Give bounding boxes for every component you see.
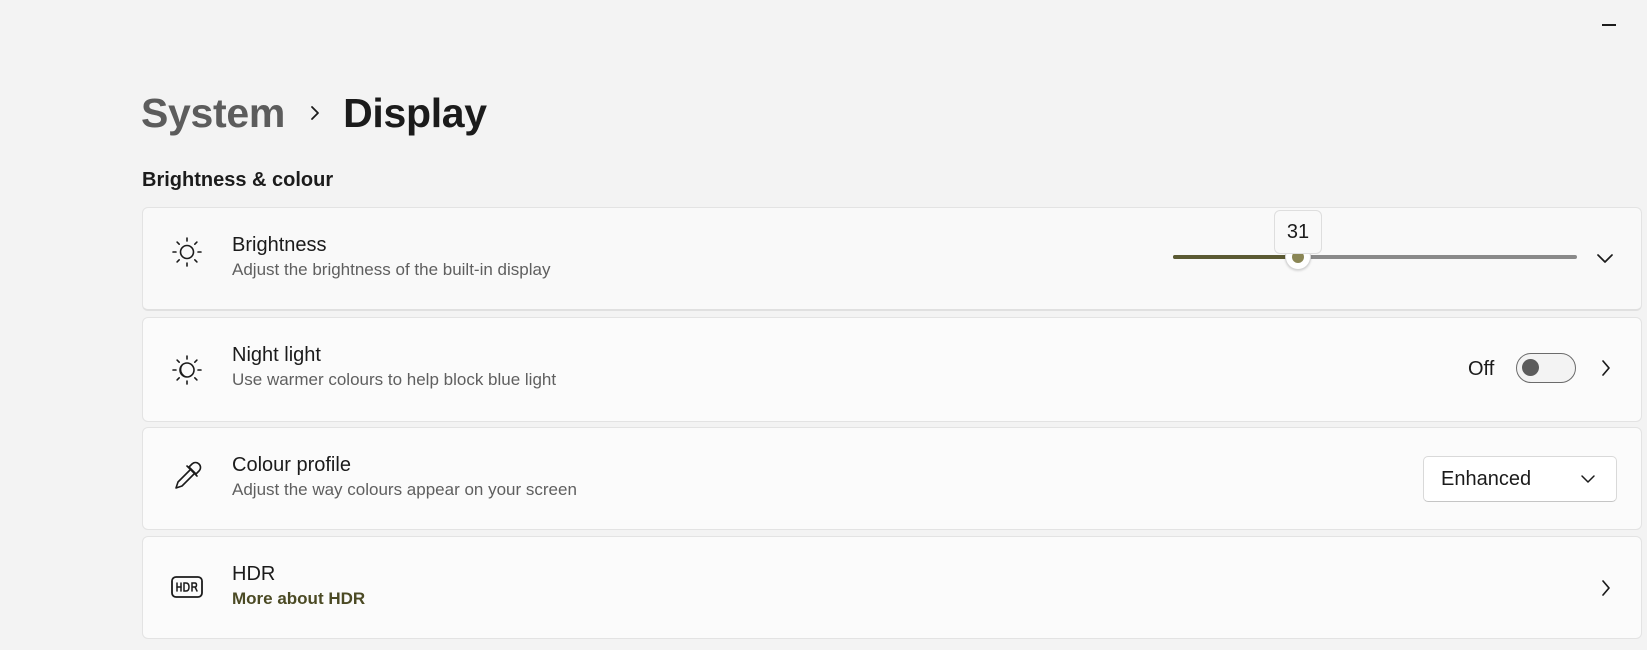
sun-icon bbox=[169, 234, 205, 270]
night-light-subtitle: Use warmer colours to help block blue li… bbox=[232, 370, 557, 389]
hdr-text: HDR More about HDR bbox=[232, 561, 365, 611]
brightness-text: Brightness Adjust the brightness of the … bbox=[232, 232, 550, 282]
hdr-title: HDR bbox=[232, 563, 276, 585]
page-title: Display bbox=[343, 89, 487, 136]
slider-fill bbox=[1173, 255, 1298, 259]
night-light-title: Night light bbox=[232, 344, 321, 366]
colour-profile-card: Colour profile Adjust the way colours ap… bbox=[142, 427, 1642, 530]
chevron-down-icon bbox=[1597, 254, 1613, 263]
night-light-toggle[interactable] bbox=[1516, 353, 1576, 383]
slider-value-tooltip: 31 bbox=[1274, 210, 1322, 254]
chevron-right-icon bbox=[309, 103, 321, 123]
hdr-card[interactable]: HDR More about HDR bbox=[142, 536, 1642, 639]
brightness-expand-button[interactable] bbox=[1590, 243, 1620, 273]
more-about-hdr-link[interactable]: More about HDR bbox=[232, 587, 365, 611]
dropdown-selected-value: Enhanced bbox=[1441, 467, 1532, 490]
colour-profile-title: Colour profile bbox=[232, 454, 351, 476]
colour-profile-subtitle: Adjust the way colours appear on your sc… bbox=[232, 480, 577, 499]
brightness-slider[interactable]: 31 bbox=[1173, 210, 1577, 270]
colour-profile-text: Colour profile Adjust the way colours ap… bbox=[232, 452, 577, 502]
toggle-knob bbox=[1522, 359, 1539, 376]
minimize-button[interactable] bbox=[1589, 10, 1629, 40]
night-light-icon bbox=[169, 352, 205, 388]
breadcrumb: System Display bbox=[141, 86, 487, 140]
chevron-right-icon bbox=[1602, 580, 1610, 596]
breadcrumb-system[interactable]: System bbox=[141, 90, 285, 137]
night-light-text: Night light Use warmer colours to help b… bbox=[232, 342, 556, 392]
hdr-icon bbox=[169, 569, 205, 605]
chevron-down-icon bbox=[1580, 471, 1596, 487]
chevron-right-icon bbox=[1602, 360, 1610, 376]
night-light-state-label: Off bbox=[1468, 358, 1495, 380]
brightness-title: Brightness bbox=[232, 234, 327, 256]
settings-window: System Display Brightness & colour Brigh… bbox=[0, 0, 1647, 650]
night-light-open-button[interactable] bbox=[1591, 353, 1621, 383]
colour-profile-dropdown[interactable]: Enhanced bbox=[1423, 456, 1617, 502]
brightness-card[interactable]: Brightness Adjust the brightness of the … bbox=[142, 207, 1642, 311]
hdr-open-button[interactable] bbox=[1591, 573, 1621, 603]
section-heading: Brightness & colour bbox=[142, 169, 334, 191]
night-light-card[interactable]: Night light Use warmer colours to help b… bbox=[142, 317, 1642, 422]
minimize-icon bbox=[1602, 24, 1616, 26]
brightness-subtitle: Adjust the brightness of the built-in di… bbox=[232, 260, 551, 279]
eyedropper-icon bbox=[169, 458, 205, 494]
